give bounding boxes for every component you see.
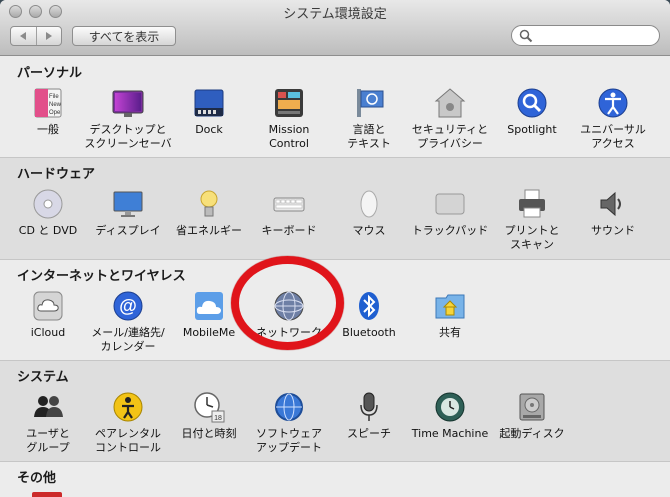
section-title: システム xyxy=(17,370,69,385)
sharing-icon xyxy=(435,294,465,319)
section-title: インターネットとワイヤレス xyxy=(17,269,186,284)
partial-pref-icon[interactable] xyxy=(32,492,62,497)
sound-icon xyxy=(600,191,621,217)
pref-label: 起動ディスク xyxy=(499,427,565,440)
mobileme-icon xyxy=(195,292,223,320)
window-title: システム環境設定 xyxy=(283,7,387,22)
universal-access-icon xyxy=(598,88,628,118)
cd-dvd-icon xyxy=(33,189,63,219)
svg-text:New: New xyxy=(49,102,62,108)
energy-saver-icon xyxy=(200,190,218,217)
date-time-icon: 18 xyxy=(194,392,225,423)
print-scan-icon xyxy=(519,189,545,218)
language-icon xyxy=(357,89,384,117)
spotlight-icon xyxy=(517,88,547,118)
section-other: その他 xyxy=(0,462,670,497)
pref-label: サウンド xyxy=(591,224,635,237)
pref-label: ユニバーサル アクセス xyxy=(580,123,646,150)
toolbar: システム環境設定 すべてを表示 xyxy=(0,0,670,56)
back-arrow-icon xyxy=(20,32,27,40)
keyboard-icon xyxy=(273,197,305,212)
forward-arrow-icon xyxy=(45,32,52,40)
section-title: パーソナル xyxy=(17,66,83,81)
system-preferences-window: システム環境設定 すべてを表示 パーソナル File New Ope 一般 デス… xyxy=(0,0,670,497)
users-icon xyxy=(34,396,63,417)
parental-controls-icon xyxy=(113,392,143,422)
software-update-icon xyxy=(275,393,303,421)
bluetooth-icon xyxy=(359,292,379,320)
section-system: システム ユーザと グループ ペアレンタル コントロール 18 日付と時刻 ソフ… xyxy=(0,361,670,462)
mail-contacts-icon: @ xyxy=(113,291,143,321)
time-machine-icon xyxy=(435,392,465,422)
svg-text:Ope: Ope xyxy=(49,110,61,116)
trackpad-icon xyxy=(435,193,465,215)
section-title: ハードウェア xyxy=(17,167,96,182)
search-icon xyxy=(519,29,533,43)
mission-control-icon xyxy=(275,89,303,117)
forward-button[interactable] xyxy=(35,27,62,45)
nav-buttons xyxy=(10,26,62,46)
startup-disk-icon xyxy=(519,393,545,421)
svg-text:File: File xyxy=(49,94,59,100)
section-personal: パーソナル File New Ope 一般 デスクトップと スクリーンセーバ D… xyxy=(0,57,670,158)
dock-icon xyxy=(194,89,224,117)
section-hardware: ハードウェア CD と DVD ディスプレイ 省エネルギー キーボード マウス … xyxy=(0,158,670,260)
icloud-icon xyxy=(33,291,63,321)
svg-text:@: @ xyxy=(119,296,137,316)
display-icon xyxy=(113,191,143,217)
back-button[interactable] xyxy=(11,27,36,45)
desktop-icon xyxy=(112,90,144,117)
section-title: その他 xyxy=(17,471,57,486)
svg-text:18: 18 xyxy=(214,415,222,422)
show-all-button[interactable]: すべてを表示 xyxy=(72,26,176,46)
search-input[interactable] xyxy=(511,25,660,46)
general-icon: File New Ope xyxy=(34,88,62,118)
speech-icon xyxy=(360,392,378,421)
security-icon xyxy=(434,88,466,118)
highlight-ring xyxy=(231,256,344,350)
pref-label: 共有 xyxy=(439,326,461,339)
mouse-icon xyxy=(360,190,378,218)
